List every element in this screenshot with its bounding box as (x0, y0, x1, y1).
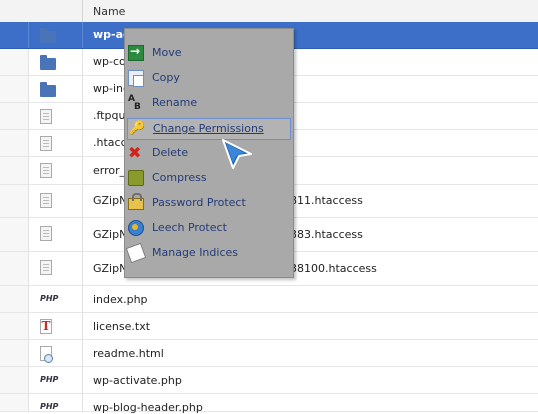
menu-item-change-permissions[interactable]: 🔑 Change Permissions (127, 118, 291, 140)
file-row[interactable]: PHP index.php (0, 286, 538, 313)
menu-item-manage-indices[interactable]: Manage Indices (125, 242, 293, 264)
file-manager: Name wp-adı wp-coı wp-incı .ftpquo .htac… (0, 0, 538, 414)
row-gutter (0, 157, 29, 184)
menu-item-label: Change Permissions (153, 122, 264, 135)
row-gutter (0, 76, 29, 102)
menu-item-label: Rename (152, 96, 198, 109)
folder-icon (40, 55, 56, 70)
file-name[interactable]: error_l (93, 164, 128, 177)
menu-item-leech-protect[interactable]: Leech Protect (125, 217, 293, 239)
row-divider (82, 130, 83, 156)
file-name[interactable]: license.txt (93, 320, 150, 333)
folder-icon (40, 82, 56, 97)
row-divider (82, 313, 83, 339)
file-name[interactable]: wp-activate.php (93, 374, 182, 387)
menu-item-rename[interactable]: AB Rename (125, 92, 293, 114)
row-gutter (0, 103, 29, 129)
text-file-icon: T (40, 319, 52, 334)
row-gutter (0, 185, 29, 217)
row-divider (82, 157, 83, 184)
file-row[interactable]: PHP wp-blog-header.php (0, 394, 538, 414)
menu-item-label: Move (152, 46, 182, 59)
rename-icon: AB (128, 95, 144, 112)
file-row[interactable]: readme.html (0, 340, 538, 367)
document-icon (40, 193, 52, 208)
menu-item-label: Leech Protect (152, 221, 227, 234)
file-name-suffix: 811.htaccess (290, 194, 363, 207)
file-name-suffix: 38100.htaccess (290, 262, 377, 275)
row-divider (82, 103, 83, 129)
file-name[interactable]: index.php (93, 293, 148, 306)
key-icon: 🔑 (129, 121, 146, 136)
row-divider (82, 367, 83, 393)
copy-icon (128, 70, 144, 87)
file-name[interactable]: GZipN (93, 228, 127, 241)
row-gutter (0, 49, 29, 75)
file-row[interactable]: T license.txt (0, 313, 538, 340)
row-divider (82, 252, 83, 285)
file-name[interactable]: .htacc (93, 136, 127, 149)
move-icon (128, 44, 144, 61)
menu-item-label: Compress (152, 171, 207, 184)
file-name[interactable]: readme.html (93, 347, 164, 360)
leech-protect-icon (128, 220, 144, 236)
row-gutter (0, 130, 29, 156)
menu-item-copy[interactable]: Copy (125, 67, 293, 89)
row-divider (82, 22, 83, 48)
row-divider (82, 286, 83, 312)
row-divider (82, 218, 83, 251)
compress-icon (128, 170, 144, 186)
menu-item-password-protect[interactable]: Password Protect (125, 192, 293, 214)
rename-icon-letter-b: B (134, 102, 141, 112)
file-name[interactable]: GZipN (93, 262, 127, 275)
row-gutter (0, 286, 29, 312)
document-icon (40, 226, 52, 241)
context-menu: Move Copy AB Rename 🔑 Change Permissions… (124, 28, 294, 278)
php-file-icon: PHP (40, 375, 59, 384)
row-gutter (0, 340, 29, 366)
file-name[interactable]: GZipN (93, 194, 127, 207)
file-name[interactable]: wp-blog-header.php (93, 401, 203, 414)
row-divider (82, 185, 83, 217)
file-name-suffix: 383.htaccess (290, 228, 363, 241)
row-divider (82, 340, 83, 366)
file-list-header: Name (0, 0, 538, 23)
html-file-icon (40, 346, 53, 363)
menu-item-label: Manage Indices (152, 246, 238, 259)
menu-item-delete[interactable]: ✖ Delete (125, 142, 293, 164)
menu-item-move[interactable]: Move (125, 42, 293, 64)
delete-icon: ✖ (128, 143, 142, 162)
menu-item-label: Copy (152, 71, 180, 84)
menu-item-compress[interactable]: Compress (125, 167, 293, 189)
row-gutter (0, 218, 29, 251)
row-divider (82, 49, 83, 75)
menu-item-label: Password Protect (152, 196, 246, 209)
manage-indices-icon (125, 242, 147, 264)
row-gutter (0, 313, 29, 339)
row-gutter (0, 394, 29, 411)
lock-icon (128, 193, 144, 210)
row-gutter (0, 367, 29, 393)
document-icon (40, 136, 52, 151)
menu-item-label: Delete (152, 146, 189, 159)
name-column-header[interactable]: Name (93, 5, 125, 18)
row-gutter (0, 252, 29, 285)
file-row[interactable]: PHP wp-activate.php (0, 367, 538, 394)
document-icon (40, 109, 52, 124)
row-gutter (0, 22, 29, 48)
php-file-icon: PHP (40, 402, 59, 411)
document-icon (40, 163, 52, 178)
php-file-icon: PHP (40, 294, 59, 303)
folder-icon (40, 28, 56, 43)
mouse-cursor-icon (222, 139, 252, 169)
document-icon (40, 260, 52, 275)
row-divider (82, 394, 83, 411)
row-divider (82, 76, 83, 102)
column-divider (82, 0, 83, 22)
